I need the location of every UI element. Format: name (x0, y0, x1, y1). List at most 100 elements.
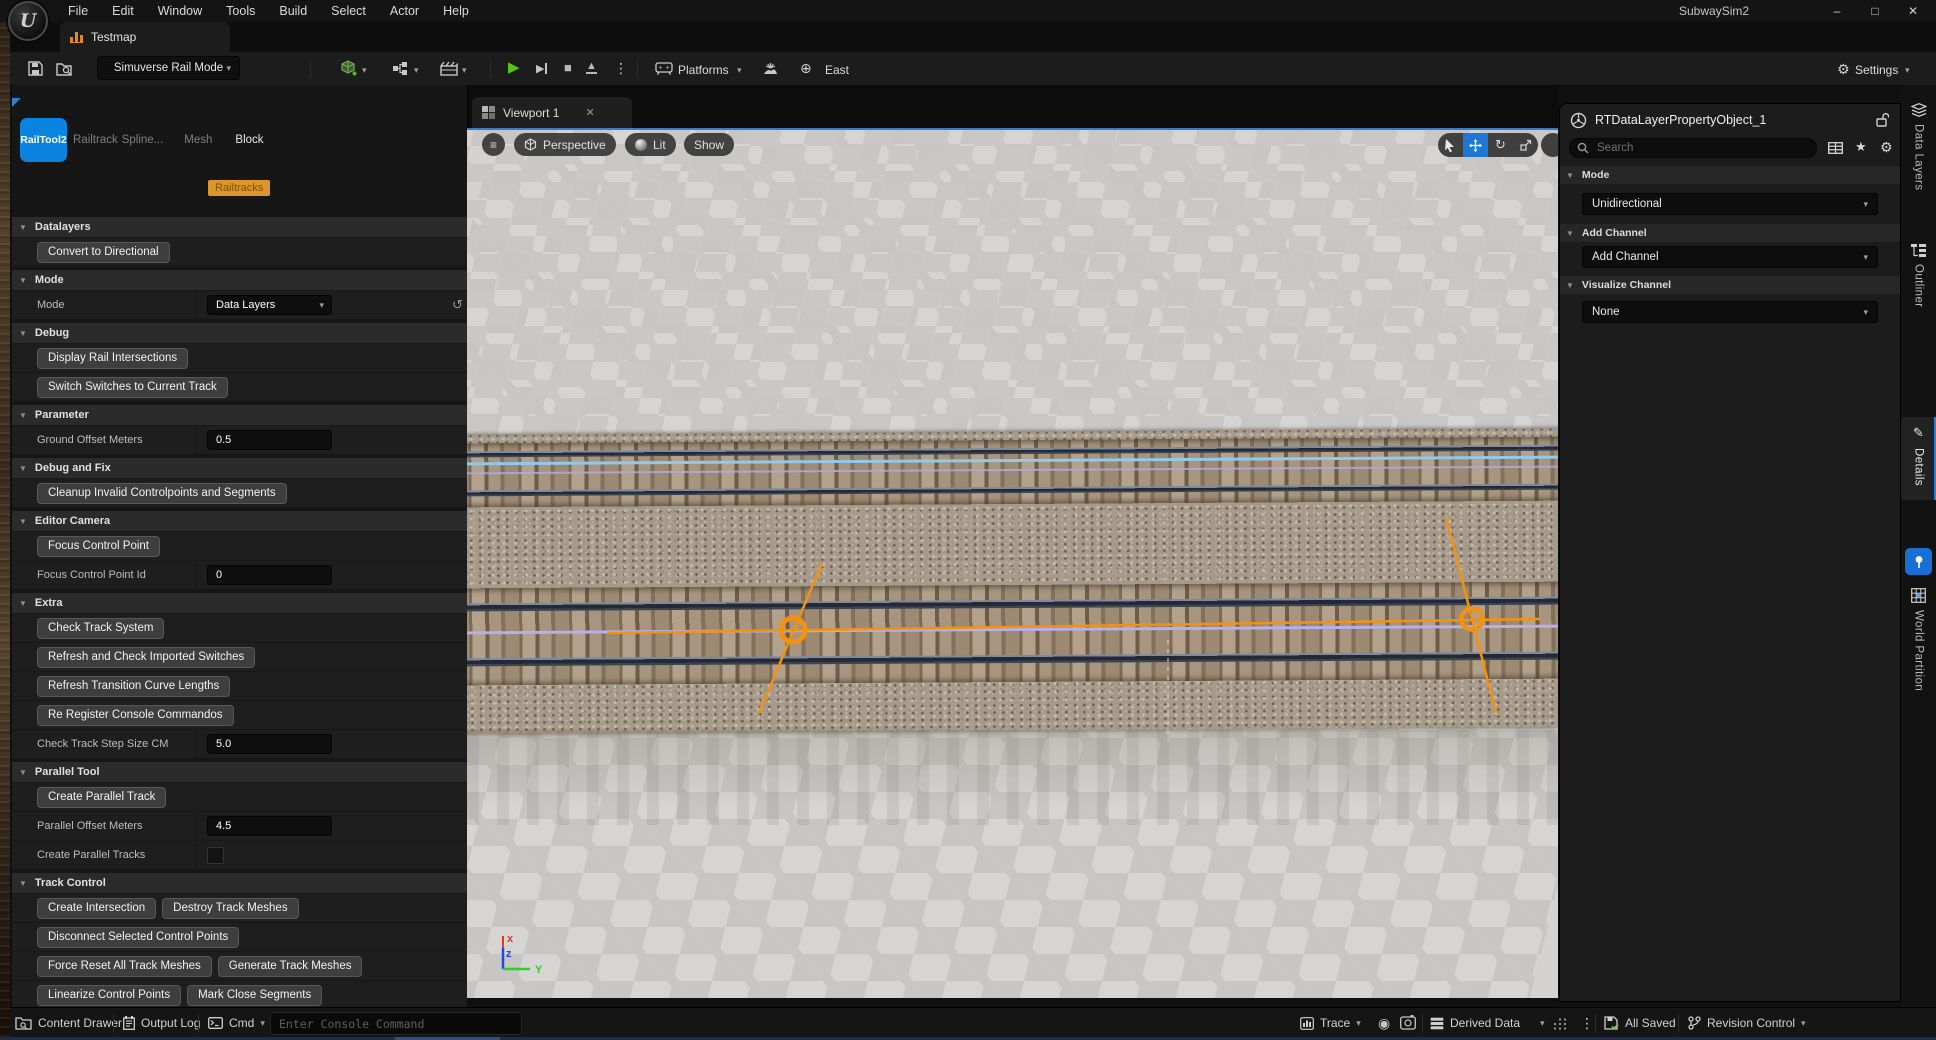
screenshot-icon[interactable] (1400, 1015, 1416, 1030)
mark-close-segments-button[interactable]: Mark Close Segments (187, 985, 322, 1006)
sidebar-tab-world-partition[interactable]: World Partition (1901, 588, 1936, 691)
tab-testmap[interactable]: Testmap (60, 22, 230, 52)
content-browser-icon[interactable] (56, 61, 74, 76)
save-icon[interactable] (28, 61, 43, 76)
cleanup-invalid-button[interactable]: Cleanup Invalid Controlpoints and Segmen… (37, 483, 287, 504)
unreal-logo-icon[interactable]: U (8, 1, 48, 41)
menu-window[interactable]: Window (146, 4, 214, 18)
mode-dropdown[interactable]: Unidirectional▾ (1582, 193, 1878, 215)
play-options-icon[interactable]: ⋮ (614, 60, 628, 77)
parallel-offset-field[interactable]: 4.5 (207, 816, 332, 836)
unlock-icon[interactable] (1875, 112, 1889, 128)
section-track-control[interactable]: ▼Track Control (12, 873, 467, 893)
snapping-toggle[interactable] (1541, 133, 1558, 157)
reset-to-default-icon[interactable]: ↺ (452, 297, 463, 313)
details-search[interactable] (1569, 138, 1817, 158)
menu-actor[interactable]: Actor (378, 4, 431, 18)
tab-mesh[interactable]: Mesh (184, 134, 212, 146)
add-channel-dropdown[interactable]: Add Channel▾ (1582, 246, 1878, 268)
settings-gear-icon[interactable]: ⚙ (1880, 139, 1893, 156)
section-debug[interactable]: ▼Debug (12, 323, 467, 343)
menu-tools[interactable]: Tools (214, 4, 267, 18)
play-button[interactable]: ▶ (508, 60, 520, 75)
destroy-track-meshes-button[interactable]: Destroy Track Meshes (162, 898, 298, 919)
insights-record-icon[interactable]: ◉ (1378, 1015, 1390, 1032)
visualize-channel-dropdown[interactable]: None▾ (1582, 301, 1878, 323)
ground-offset-field[interactable]: 0.5 (207, 430, 332, 450)
show-flags-menu[interactable]: Show (684, 133, 734, 156)
display-rail-intersections-button[interactable]: Display Rail Intersections (37, 348, 188, 369)
lit-mode-selector[interactable]: Lit (625, 133, 676, 156)
settings-button[interactable]: Settings (1855, 63, 1898, 77)
linearize-control-points-button[interactable]: Linearize Control Points (37, 985, 181, 1006)
focus-control-point-button[interactable]: Focus Control Point (37, 536, 160, 557)
add-actor-icon[interactable] (340, 60, 357, 77)
trace-button[interactable]: Trace ▾ (1300, 1008, 1361, 1038)
railtracks-badge[interactable]: Railtracks (208, 180, 270, 196)
mode-dropdown[interactable]: Data Layers▾ (207, 295, 332, 315)
close-button[interactable]: ✕ (1894, 0, 1932, 22)
convert-to-directional-button[interactable]: Convert to Directional (37, 242, 170, 263)
platforms-button[interactable]: Platforms (678, 63, 729, 77)
section-datalayers[interactable]: ▼Datalayers (12, 217, 467, 237)
refresh-imported-switches-button[interactable]: Refresh and Check Imported Switches (37, 647, 255, 668)
pin-button[interactable] (1905, 548, 1932, 575)
menu-select[interactable]: Select (319, 4, 378, 18)
frame-skip-button[interactable]: ▶ (536, 62, 547, 75)
cinematics-icon[interactable] (440, 61, 458, 76)
blueprints-icon[interactable] (393, 62, 410, 76)
derived-data-button[interactable]: Derived Data ▾ (1430, 1008, 1545, 1038)
sidebar-tab-data-layers[interactable]: Data Layers (1901, 103, 1936, 190)
stop-button[interactable]: ■ (564, 61, 572, 74)
display-filter-icon[interactable] (1828, 142, 1843, 154)
maximize-button[interactable]: □ (1856, 0, 1894, 22)
favorites-star-icon[interactable]: ★ (1855, 139, 1867, 155)
menu-file[interactable]: File (56, 4, 100, 18)
more-options-icon[interactable]: ⋮ (1580, 1015, 1594, 1032)
chevron-down-icon[interactable]: ▾ (414, 65, 419, 76)
chevron-down-icon[interactable]: ▾ (462, 65, 467, 76)
viewport-options-menu[interactable]: ≡ (482, 133, 505, 156)
console-command-input[interactable] (270, 1012, 522, 1035)
force-reset-track-meshes-button[interactable]: Force Reset All Track Meshes (37, 956, 212, 977)
revision-control-button[interactable]: Revision Control ▾ (1688, 1008, 1806, 1038)
check-track-system-button[interactable]: Check Track System (37, 618, 164, 639)
close-icon[interactable]: ✕ (585, 106, 594, 119)
move-tool[interactable] (1463, 133, 1488, 157)
tab-viewport-1[interactable]: Viewport 1 ✕ (472, 97, 632, 128)
eject-button[interactable]: ▲ (586, 61, 597, 74)
section-visualize-channel[interactable]: ▼Visualize Channel (1560, 276, 1900, 294)
menu-edit[interactable]: Edit (100, 4, 146, 18)
tab-railtool2[interactable]: RailTool2 (20, 118, 67, 162)
tab-railtrack[interactable]: Railtrack (73, 134, 118, 146)
viewport-scene[interactable]: x z Y ≡ Perspective Lit Show ↻ (467, 130, 1558, 998)
perspective-selector[interactable]: Perspective (514, 133, 616, 156)
section-editor-camera[interactable]: ▼Editor Camera (12, 511, 467, 531)
minimize-button[interactable]: – (1818, 0, 1856, 22)
section-parallel-tool[interactable]: ▼Parallel Tool (12, 762, 467, 782)
output-log-button[interactable]: Output Log (123, 1008, 200, 1038)
disconnect-control-points-button[interactable]: Disconnect Selected Control Points (37, 927, 239, 948)
section-debug-and-fix[interactable]: ▼Debug and Fix (12, 458, 467, 478)
tab-block[interactable]: Block (235, 134, 263, 146)
section-mode[interactable]: ▼Mode (1560, 166, 1900, 184)
create-parallel-tracks-checkbox[interactable] (207, 847, 224, 864)
content-drawer-button[interactable]: Content Drawer (15, 1008, 122, 1038)
scale-tool[interactable] (1513, 133, 1538, 157)
section-parameter[interactable]: ▼Parameter (12, 405, 467, 425)
rotate-tool[interactable]: ↻ (1488, 133, 1513, 157)
tab-spline[interactable]: Spline... (122, 134, 164, 146)
dot-grid-icon[interactable] (1553, 1017, 1567, 1031)
generate-track-meshes-button[interactable]: Generate Track Meshes (218, 956, 363, 977)
sidebar-tab-details[interactable]: ✎ Details (1901, 417, 1936, 500)
menu-build[interactable]: Build (267, 4, 319, 18)
check-track-step-field[interactable]: 5.0 (207, 734, 332, 754)
chevron-down-icon[interactable]: ▾ (362, 65, 367, 76)
create-intersection-button[interactable]: Create Intersection (37, 898, 156, 919)
cmd-button[interactable]: Cmd ▾ (208, 1008, 265, 1038)
section-mode[interactable]: ▼Mode (12, 270, 467, 290)
sidebar-tab-outliner[interactable]: Outliner (1901, 243, 1936, 307)
all-saved-button[interactable]: All Saved (1604, 1008, 1676, 1038)
environment-light-icon[interactable] (762, 62, 779, 75)
search-input[interactable] (1595, 141, 1779, 155)
